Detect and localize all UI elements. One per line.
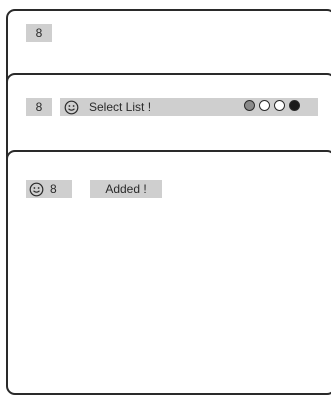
channel-number-box: 8 — [26, 24, 52, 42]
added-message-box: Added ! — [90, 180, 162, 198]
channel-number: 8 — [35, 26, 43, 40]
channel-number-box: 8 — [26, 180, 72, 198]
channel-number: 8 — [50, 182, 57, 196]
circle-gray — [244, 100, 255, 111]
circle-white — [259, 100, 270, 111]
channel-number-box: 8 — [26, 98, 52, 116]
select-list-bar: Select List ! — [60, 98, 318, 116]
smiley-icon — [64, 100, 79, 115]
colour-button-indicators — [244, 100, 300, 111]
smiley-icon — [29, 182, 44, 197]
added-label: Added ! — [105, 182, 147, 196]
circle-black — [289, 100, 300, 111]
channel-number: 8 — [35, 100, 43, 114]
circle-white — [274, 100, 285, 111]
select-list-label: Select List ! — [89, 100, 152, 114]
